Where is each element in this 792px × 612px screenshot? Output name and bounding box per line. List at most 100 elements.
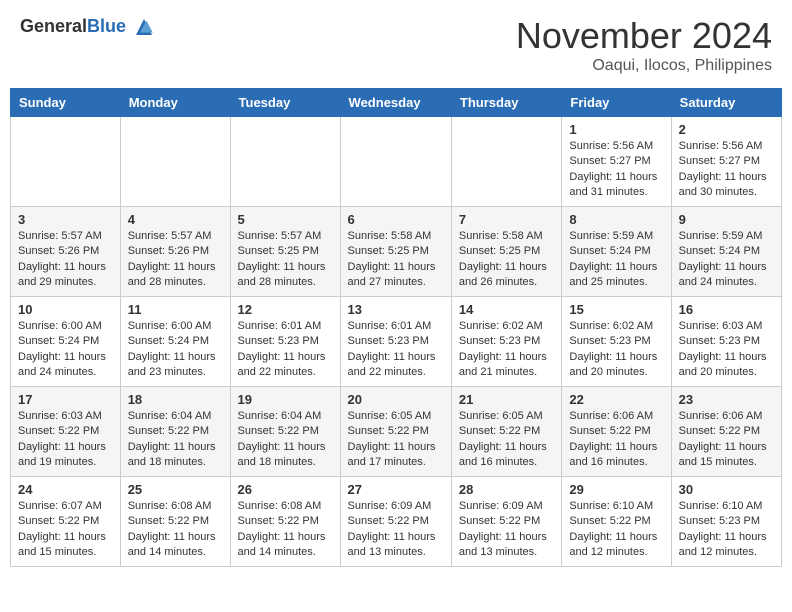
calendar-cell xyxy=(230,117,340,207)
calendar-header-row: SundayMondayTuesdayWednesdayThursdayFrid… xyxy=(11,89,782,117)
calendar-cell: 6 Sunrise: 5:58 AM Sunset: 5:25 PM Daylig… xyxy=(340,207,451,297)
calendar-cell: 24 Sunrise: 6:07 AM Sunset: 5:22 PM Dayli… xyxy=(11,477,121,567)
calendar-cell: 9 Sunrise: 5:59 AM Sunset: 5:24 PM Daylig… xyxy=(671,207,781,297)
weekday-header: Thursday xyxy=(451,89,561,117)
calendar-cell: 22Sunrise: 6:06 AM Sunset: 5:22 PM Dayli… xyxy=(562,387,671,477)
calendar-cell: 23 Sunrise: 6:06 AM Sunset: 5:22 PM Dayli… xyxy=(671,387,781,477)
logo: GeneralBlue xyxy=(20,15,156,39)
calendar-cell: 14 Sunrise: 6:02 AM Sunset: 5:23 PM Dayli… xyxy=(451,297,561,387)
logo-icon xyxy=(132,15,156,39)
day-number: 5 xyxy=(238,212,333,227)
day-info: Sunrise: 5:57 AM Sunset: 5:26 PM Dayligh… xyxy=(128,229,223,291)
location: Oaqui, Ilocos, Philippines xyxy=(516,57,772,75)
day-info: Sunrise: 5:57 AM Sunset: 5:25 PM Dayligh… xyxy=(238,229,333,291)
day-info: Sunrise: 6:05 AM Sunset: 5:22 PM Dayligh… xyxy=(348,409,444,471)
weekday-header: Wednesday xyxy=(340,89,451,117)
calendar-cell: 15 Sunrise: 6:02 AM Sunset: 5:23 PM Dayli… xyxy=(562,297,671,387)
calendar-week-row: 3 Sunrise: 5:57 AM Sunset: 5:26 PM Daylig… xyxy=(11,207,782,297)
calendar-cell: 10Sunrise: 6:00 AM Sunset: 5:24 PM Dayli… xyxy=(11,297,121,387)
calendar-cell: 30Sunrise: 6:10 AM Sunset: 5:23 PM Dayli… xyxy=(671,477,781,567)
day-number: 29 xyxy=(569,482,663,497)
day-info: Sunrise: 6:06 AM Sunset: 5:22 PM Dayligh… xyxy=(679,409,774,471)
calendar-cell: 3 Sunrise: 5:57 AM Sunset: 5:26 PM Daylig… xyxy=(11,207,121,297)
day-info: Sunrise: 6:07 AM Sunset: 5:22 PM Dayligh… xyxy=(18,499,113,561)
calendar-cell: 25 Sunrise: 6:08 AM Sunset: 5:22 PM Dayli… xyxy=(120,477,230,567)
day-info: Sunrise: 5:58 AM Sunset: 5:25 PM Dayligh… xyxy=(348,229,444,291)
calendar-cell: 21 Sunrise: 6:05 AM Sunset: 5:22 PM Dayli… xyxy=(451,387,561,477)
day-number: 25 xyxy=(128,482,223,497)
day-number: 2 xyxy=(679,122,774,137)
day-number: 15 xyxy=(569,302,663,317)
day-info: Sunrise: 6:03 AM Sunset: 5:22 PM Dayligh… xyxy=(18,409,113,471)
calendar-cell xyxy=(11,117,121,207)
day-info: Sunrise: 6:00 AM Sunset: 5:24 PM Dayligh… xyxy=(128,319,223,381)
day-info: Sunrise: 5:56 AM Sunset: 5:27 PM Dayligh… xyxy=(679,139,774,201)
day-number: 27 xyxy=(348,482,444,497)
day-info: Sunrise: 6:04 AM Sunset: 5:22 PM Dayligh… xyxy=(128,409,223,471)
calendar-cell: 11 Sunrise: 6:00 AM Sunset: 5:24 PM Dayli… xyxy=(120,297,230,387)
calendar-cell: 18 Sunrise: 6:04 AM Sunset: 5:22 PM Dayli… xyxy=(120,387,230,477)
day-number: 20 xyxy=(348,392,444,407)
calendar-cell: 5 Sunrise: 5:57 AM Sunset: 5:25 PM Daylig… xyxy=(230,207,340,297)
day-info: Sunrise: 6:05 AM Sunset: 5:22 PM Dayligh… xyxy=(459,409,554,471)
title-block: November 2024 Oaqui, Ilocos, Philippines xyxy=(516,15,772,75)
day-info: Sunrise: 6:09 AM Sunset: 5:22 PM Dayligh… xyxy=(348,499,444,561)
calendar-week-row: 17 Sunrise: 6:03 AM Sunset: 5:22 PM Dayli… xyxy=(11,387,782,477)
day-info: Sunrise: 6:01 AM Sunset: 5:23 PM Dayligh… xyxy=(348,319,444,381)
day-number: 24 xyxy=(18,482,113,497)
calendar-cell: 29 Sunrise: 6:10 AM Sunset: 5:22 PM Dayli… xyxy=(562,477,671,567)
day-info: Sunrise: 5:56 AM Sunset: 5:27 PM Dayligh… xyxy=(569,139,663,201)
day-number: 9 xyxy=(679,212,774,227)
logo-general: GeneralBlue xyxy=(20,17,126,37)
calendar-cell: 19Sunrise: 6:04 AM Sunset: 5:22 PM Dayli… xyxy=(230,387,340,477)
day-number: 10 xyxy=(18,302,113,317)
day-info: Sunrise: 5:59 AM Sunset: 5:24 PM Dayligh… xyxy=(679,229,774,291)
day-number: 8 xyxy=(569,212,663,227)
day-number: 14 xyxy=(459,302,554,317)
day-number: 3 xyxy=(18,212,113,227)
day-info: Sunrise: 6:08 AM Sunset: 5:22 PM Dayligh… xyxy=(128,499,223,561)
day-info: Sunrise: 6:09 AM Sunset: 5:22 PM Dayligh… xyxy=(459,499,554,561)
day-number: 26 xyxy=(238,482,333,497)
day-number: 16 xyxy=(679,302,774,317)
calendar-cell: 17 Sunrise: 6:03 AM Sunset: 5:22 PM Dayli… xyxy=(11,387,121,477)
weekday-header: Tuesday xyxy=(230,89,340,117)
calendar-week-row: 10 Sunrise: 6:00 AM Sunset: 5:24 PM Dayli… xyxy=(11,297,782,387)
calendar-cell xyxy=(451,117,561,207)
day-number: 1 xyxy=(569,122,663,137)
day-number: 19 xyxy=(238,392,333,407)
calendar-cell xyxy=(120,117,230,207)
day-info: Sunrise: 5:59 AM Sunset: 5:24 PM Dayligh… xyxy=(569,229,663,291)
day-number: 23 xyxy=(679,392,774,407)
day-info: Sunrise: 5:57 AM Sunset: 5:26 PM Dayligh… xyxy=(18,229,113,291)
day-number: 6 xyxy=(348,212,444,227)
day-number: 21 xyxy=(459,392,554,407)
calendar-cell: 12Sunrise: 6:01 AM Sunset: 5:23 PM Dayli… xyxy=(230,297,340,387)
day-info: Sunrise: 6:10 AM Sunset: 5:22 PM Dayligh… xyxy=(569,499,663,561)
weekday-header: Friday xyxy=(562,89,671,117)
day-number: 11 xyxy=(128,302,223,317)
calendar-cell: 28Sunrise: 6:09 AM Sunset: 5:22 PM Dayli… xyxy=(451,477,561,567)
calendar-cell: 7Sunrise: 5:58 AM Sunset: 5:25 PM Daylig… xyxy=(451,207,561,297)
day-info: Sunrise: 6:06 AM Sunset: 5:22 PM Dayligh… xyxy=(569,409,663,471)
weekday-header: Sunday xyxy=(11,89,121,117)
day-info: Sunrise: 6:02 AM Sunset: 5:23 PM Dayligh… xyxy=(459,319,554,381)
day-info: Sunrise: 6:02 AM Sunset: 5:23 PM Dayligh… xyxy=(569,319,663,381)
day-info: Sunrise: 6:03 AM Sunset: 5:23 PM Dayligh… xyxy=(679,319,774,381)
calendar-cell: 8 Sunrise: 5:59 AM Sunset: 5:24 PM Daylig… xyxy=(562,207,671,297)
calendar-cell: 27 Sunrise: 6:09 AM Sunset: 5:22 PM Dayli… xyxy=(340,477,451,567)
day-number: 17 xyxy=(18,392,113,407)
day-info: Sunrise: 5:58 AM Sunset: 5:25 PM Dayligh… xyxy=(459,229,554,291)
calendar-cell xyxy=(340,117,451,207)
day-number: 13 xyxy=(348,302,444,317)
calendar-week-row: 1 Sunrise: 5:56 AM Sunset: 5:27 PM Daylig… xyxy=(11,117,782,207)
calendar-cell: 2 Sunrise: 5:56 AM Sunset: 5:27 PM Daylig… xyxy=(671,117,781,207)
day-number: 12 xyxy=(238,302,333,317)
day-number: 18 xyxy=(128,392,223,407)
day-number: 4 xyxy=(128,212,223,227)
day-info: Sunrise: 6:08 AM Sunset: 5:22 PM Dayligh… xyxy=(238,499,333,561)
calendar-cell: 26 Sunrise: 6:08 AM Sunset: 5:22 PM Dayli… xyxy=(230,477,340,567)
calendar-cell: 4 Sunrise: 5:57 AM Sunset: 5:26 PM Daylig… xyxy=(120,207,230,297)
day-number: 30 xyxy=(679,482,774,497)
calendar-table: SundayMondayTuesdayWednesdayThursdayFrid… xyxy=(10,88,782,567)
